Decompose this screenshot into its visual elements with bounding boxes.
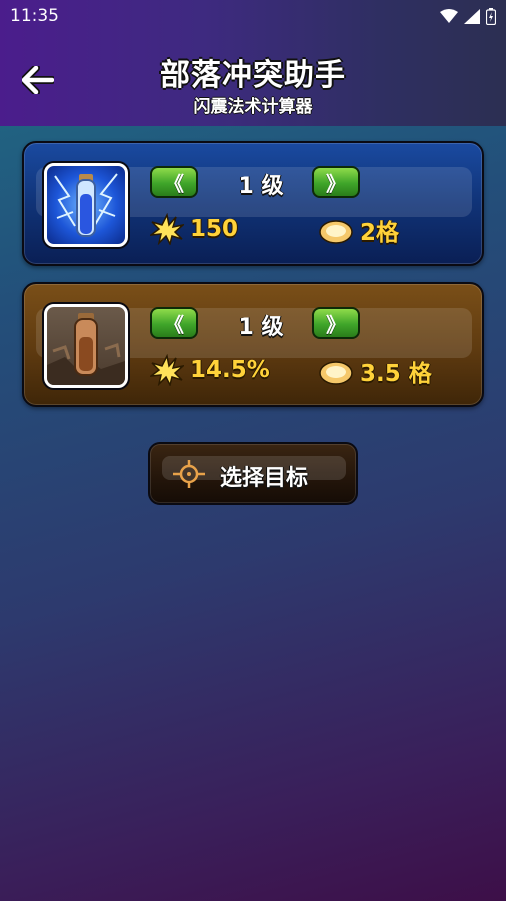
select-target-button[interactable]: 选择目标 [148, 442, 358, 505]
level-next-button[interactable]: 》 [312, 307, 360, 339]
radius-impact-icon [319, 361, 353, 385]
level-prev-button[interactable]: 《 [150, 307, 198, 339]
damage-burst-icon [150, 354, 184, 386]
radius-impact-icon [319, 220, 353, 244]
damage-value: 150 [190, 216, 239, 242]
radius-stat: 3.5 格 [318, 354, 432, 388]
app-header: 11:35 部落冲突助手 闪震法术计算器 [0, 0, 506, 126]
radius-value: 3.5 格 [360, 361, 432, 387]
level-label: 1 级 [238, 174, 284, 199]
lightning-spell-icon [44, 163, 128, 247]
level-next-button[interactable]: 》 [312, 166, 360, 198]
level-prev-button[interactable]: 《 [150, 166, 198, 198]
wifi-icon [440, 9, 458, 23]
earthquake-spell-icon [44, 304, 128, 388]
status-time: 11:35 [10, 6, 59, 26]
damage-stat: 14.5% [150, 354, 270, 386]
damage-stat: 150 [150, 213, 238, 245]
crosshair-icon [173, 460, 205, 488]
radius-value: 2格 [360, 220, 400, 246]
level-label: 1 级 [238, 315, 284, 340]
select-target-label: 选择目标 [220, 466, 309, 491]
spell-card-lightning: 《 1 级 》 150 2格 [22, 141, 484, 266]
damage-burst-icon [150, 213, 184, 245]
battery-icon [486, 7, 496, 25]
page-title: 部落冲突助手 [160, 58, 346, 93]
page-subtitle: 闪震法术计算器 [193, 97, 313, 117]
damage-value: 14.5% [190, 357, 270, 383]
spell-card-earthquake: 《 1 级 》 14.5% 3.5 格 [22, 282, 484, 407]
radius-stat: 2格 [318, 213, 399, 247]
status-icons [440, 7, 496, 25]
status-bar: 11:35 [0, 0, 506, 32]
signal-icon [464, 8, 480, 24]
